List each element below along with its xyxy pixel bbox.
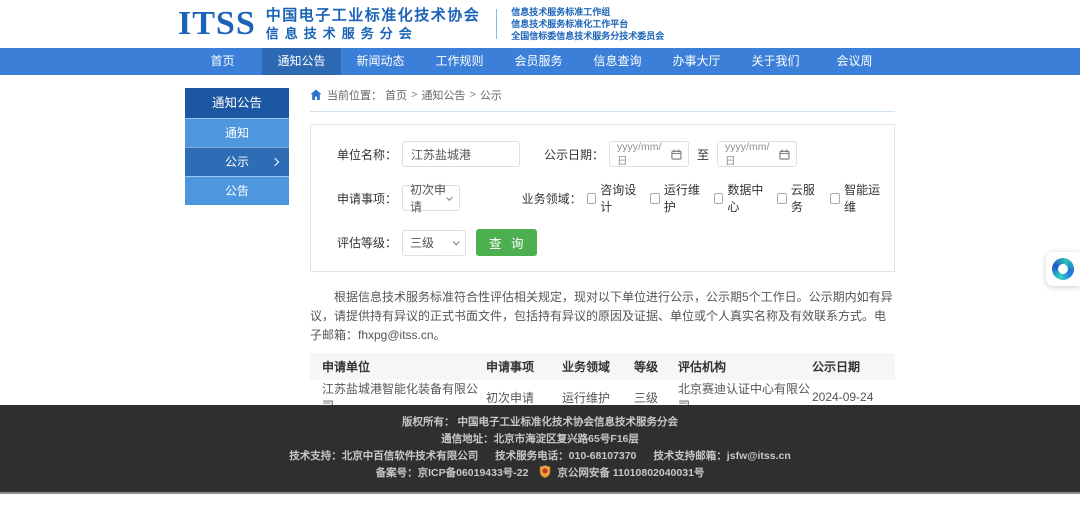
nav-item-home[interactable]: 首页 <box>183 48 262 75</box>
unit-name-input[interactable] <box>402 141 520 167</box>
publicity-date-label: 公示日期： <box>544 146 604 163</box>
police-badge-icon <box>539 465 551 478</box>
nav-item-about-us[interactable]: 关于我们 <box>736 48 815 75</box>
nav-item-service-hall[interactable]: 办事大厅 <box>657 48 736 75</box>
org-name-line2: 信息技术服务分会 <box>266 25 481 42</box>
apply-item-select[interactable]: 初次申请 <box>402 185 460 211</box>
main-nav: 首页 通知公告 新闻动态 工作规则 会员服务 信息查询 办事大厅 关于我们 会议… <box>0 48 1080 75</box>
sidebar-item-notice[interactable]: 通知 <box>185 118 289 147</box>
sidebar-item-label: 公示 <box>225 155 249 169</box>
checkbox-icon[interactable] <box>650 193 660 204</box>
domain-checkbox-label: 咨询设计 <box>600 181 641 215</box>
chevron-down-icon <box>453 238 460 245</box>
level-value: 三级 <box>410 234 434 251</box>
itss-logo: ITSS <box>178 6 256 42</box>
breadcrumb: 当前位置： 首页 > 通知公告 > 公示 <box>310 88 895 102</box>
unit-name-label: 单位名称： <box>337 146 397 163</box>
domain-checkbox-operation[interactable]: 运行维护 <box>650 181 705 215</box>
date-placeholder: yyyy/mm/日 <box>617 141 671 168</box>
footer-address: 通信地址：北京市海淀区复兴路65号F16层 <box>0 431 1080 448</box>
breadcrumb-separator: > <box>469 89 475 101</box>
domain-checkbox-datacenter[interactable]: 数据中心 <box>714 181 769 215</box>
sidebar-item-publicity[interactable]: 公示 <box>185 147 289 176</box>
breadcrumb-label: 当前位置： <box>327 87 382 103</box>
nav-item-rules[interactable]: 工作规则 <box>420 48 499 75</box>
nav-item-conference-week[interactable]: 会议周 <box>815 48 894 75</box>
domain-checkbox-label: 运行维护 <box>664 181 705 215</box>
nav-item-news[interactable]: 新闻动态 <box>341 48 420 75</box>
domain-checkbox-cloud[interactable]: 云服务 <box>777 181 821 215</box>
header-taglines: 信息技术服务标准工作组 信息技术服务标准化工作平台 全国信标委信息技术服务分技术… <box>511 6 664 42</box>
domain-checkbox-consulting[interactable]: 咨询设计 <box>587 181 642 215</box>
chevron-right-icon <box>271 158 279 166</box>
domain-checkbox-label: 智能运维 <box>844 181 885 215</box>
nav-item-notices[interactable]: 通知公告 <box>262 48 341 75</box>
org-name-line1: 中国电子工业标准化技术协会 <box>266 6 481 25</box>
level-select[interactable]: 三级 <box>402 230 466 256</box>
domain-checkbox-label: 云服务 <box>791 181 822 215</box>
chevron-down-icon <box>447 194 453 200</box>
breadcrumb-current: 公示 <box>480 87 502 103</box>
footer-support-email: 技术支持邮箱：jsfw@itss.cn <box>653 450 790 462</box>
sidebar-title[interactable]: 通知公告 <box>185 88 289 118</box>
sidebar-item-announcement[interactable]: 公告 <box>185 176 289 205</box>
footer-record-line: 备案号：京ICP备06019433号-22 京公网安备 110108020400… <box>0 465 1080 482</box>
date-end-input[interactable]: yyyy/mm/日 <box>717 141 797 167</box>
date-placeholder: yyyy/mm/日 <box>725 141 779 168</box>
footer-copyright: 版权所有： 中国电子工业标准化技术协会信息技术服务分会 <box>0 414 1080 431</box>
assessment-level-label: 评估等级： <box>337 234 397 251</box>
form-row-2: 申请事项： 初次申请 业务领域： 咨询设计 运行维护 数据中心 云服务 <box>337 181 894 215</box>
floating-widget[interactable] <box>1046 252 1080 286</box>
footer-police-record: 京公网安备 11010802040031号 <box>557 467 704 479</box>
tagline-1: 信息技术服务标准工作组 <box>511 6 664 18</box>
form-row-1: 单位名称： 公示日期： yyyy/mm/日 至 yyyy/mm/日 <box>337 141 894 167</box>
footer-service-phone: 技术服务电话：010-68107370 <box>495 450 636 462</box>
col-apply-unit: 申请单位 <box>310 353 486 380</box>
domain-checkbox-label: 数据中心 <box>727 181 768 215</box>
breadcrumb-notices-link[interactable]: 通知公告 <box>421 87 465 103</box>
search-form: 单位名称： 公示日期： yyyy/mm/日 至 yyyy/mm/日 <box>310 124 895 272</box>
calendar-icon <box>671 149 682 160</box>
col-apply-item: 申请事项 <box>486 353 562 380</box>
breadcrumb-home-link[interactable]: 首页 <box>385 87 407 103</box>
apply-item-label: 申请事项： <box>337 190 397 207</box>
col-publicity-date: 公示日期 <box>812 353 895 380</box>
org-name: 中国电子工业标准化技术协会 信息技术服务分会 <box>266 6 481 42</box>
nav-item-membership[interactable]: 会员服务 <box>499 48 578 75</box>
tagline-3: 全国信标委信息技术服务分技术委员会 <box>511 30 664 42</box>
apply-item-value: 初次申请 <box>410 181 447 215</box>
tagline-2: 信息技术服务标准化工作平台 <box>511 18 664 30</box>
site-header: ITSS 中国电子工业标准化技术协会 信息技术服务分会 信息技术服务标准工作组 … <box>0 0 1080 48</box>
nav-menu: 首页 通知公告 新闻动态 工作规则 会员服务 信息查询 办事大厅 关于我们 会议… <box>183 48 1080 75</box>
col-assessment-org: 评估机构 <box>678 353 812 380</box>
search-button[interactable]: 查 询 <box>476 229 536 256</box>
nav-item-info-query[interactable]: 信息查询 <box>578 48 657 75</box>
publicity-notice-text: 根据信息技术服务标准符合性评估相关规定，现对以下单位进行公示，公示期5个工作日。… <box>310 288 895 345</box>
home-icon <box>310 89 322 101</box>
checkbox-icon[interactable] <box>777 193 787 204</box>
breadcrumb-separator: > <box>411 89 417 101</box>
footer-icp-number: 备案号：京ICP备06019433号-22 <box>376 467 529 479</box>
breadcrumb-divider <box>310 111 895 112</box>
sidebar: 通知公告 通知 公示 公告 <box>185 88 289 205</box>
logo-block: ITSS 中国电子工业标准化技术协会 信息技术服务分会 信息技术服务标准工作组 … <box>178 6 664 42</box>
date-start-input[interactable]: yyyy/mm/日 <box>609 141 689 167</box>
site-footer: 版权所有： 中国电子工业标准化技术协会信息技术服务分会 通信地址：北京市海淀区复… <box>0 405 1080 494</box>
col-level: 等级 <box>634 353 678 380</box>
checkbox-icon[interactable] <box>830 193 840 204</box>
domain-checkbox-intelligent-ops[interactable]: 智能运维 <box>830 181 885 215</box>
header-divider <box>496 9 497 39</box>
checkbox-icon[interactable] <box>587 193 597 204</box>
footer-tech-support: 技术支持：北京中百信软件技术有限公司 <box>289 450 478 462</box>
form-row-3: 评估等级： 三级 查 询 <box>337 229 894 256</box>
col-business-domain: 业务领域 <box>562 353 634 380</box>
main-content: 当前位置： 首页 > 通知公告 > 公示 单位名称： 公示日期： yyyy/mm… <box>310 88 895 456</box>
business-domain-label: 业务领域： <box>522 190 582 207</box>
calendar-icon <box>779 149 790 160</box>
extension-swirl-icon <box>1052 258 1074 280</box>
table-header-row: 申请单位 申请事项 业务领域 等级 评估机构 公示日期 <box>310 353 895 380</box>
checkbox-icon[interactable] <box>714 193 724 204</box>
date-range-to: 至 <box>697 146 709 163</box>
footer-support-line: 技术支持：北京中百信软件技术有限公司 技术服务电话：010-68107370 技… <box>0 448 1080 465</box>
